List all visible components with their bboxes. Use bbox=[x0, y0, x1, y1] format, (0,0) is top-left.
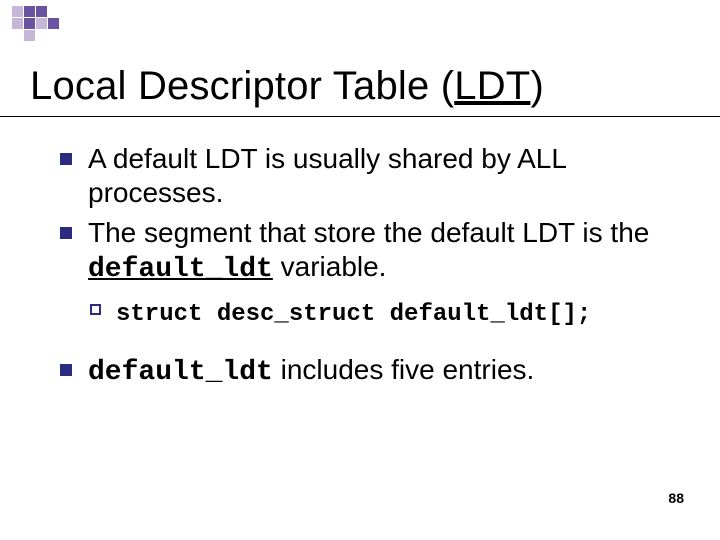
title-pre: Local Descriptor Table ( bbox=[30, 64, 454, 108]
deco-cell bbox=[24, 30, 35, 41]
deco-cell bbox=[24, 18, 35, 29]
sub-bullet-text: struct desc_struct default_ldt[]; bbox=[116, 301, 591, 328]
deco-cell bbox=[12, 18, 23, 29]
deco-cell bbox=[36, 6, 47, 17]
deco-cell bbox=[48, 6, 59, 17]
bullet-text: A default LDT is usually shared by ALL p… bbox=[88, 143, 566, 208]
bullet-text: The segment that store the default LDT i… bbox=[88, 217, 649, 282]
title-post: ) bbox=[530, 64, 544, 108]
deco-cell bbox=[24, 6, 35, 17]
square-bullet-icon bbox=[60, 364, 72, 376]
square-bullet-icon bbox=[60, 153, 72, 165]
deco-cell bbox=[12, 30, 23, 41]
bullet-item: The segment that store the default LDT i… bbox=[88, 216, 680, 329]
corner-decoration bbox=[12, 6, 59, 41]
open-square-bullet-icon bbox=[90, 304, 101, 315]
bullet-item: A default LDT is usually shared by ALL p… bbox=[88, 142, 680, 210]
deco-cell bbox=[48, 30, 59, 41]
title-underline-rule bbox=[0, 116, 720, 117]
deco-cell bbox=[48, 18, 59, 29]
deco-cell bbox=[36, 30, 47, 41]
page-number: 88 bbox=[668, 490, 684, 506]
bullet-item: default_ldt includes five entries. bbox=[88, 353, 680, 390]
slide-body: A default LDT is usually shared by ALL p… bbox=[88, 142, 680, 396]
square-bullet-icon bbox=[60, 227, 72, 239]
sub-bullet-item: struct desc_struct default_ldt[]; bbox=[116, 298, 680, 329]
title-underlined: LDT bbox=[454, 64, 530, 108]
bullet-text: default_ldt includes five entries. bbox=[88, 354, 534, 385]
deco-cell bbox=[12, 6, 23, 17]
deco-cell bbox=[36, 18, 47, 29]
slide-title: Local Descriptor Table (LDT) bbox=[30, 64, 544, 109]
